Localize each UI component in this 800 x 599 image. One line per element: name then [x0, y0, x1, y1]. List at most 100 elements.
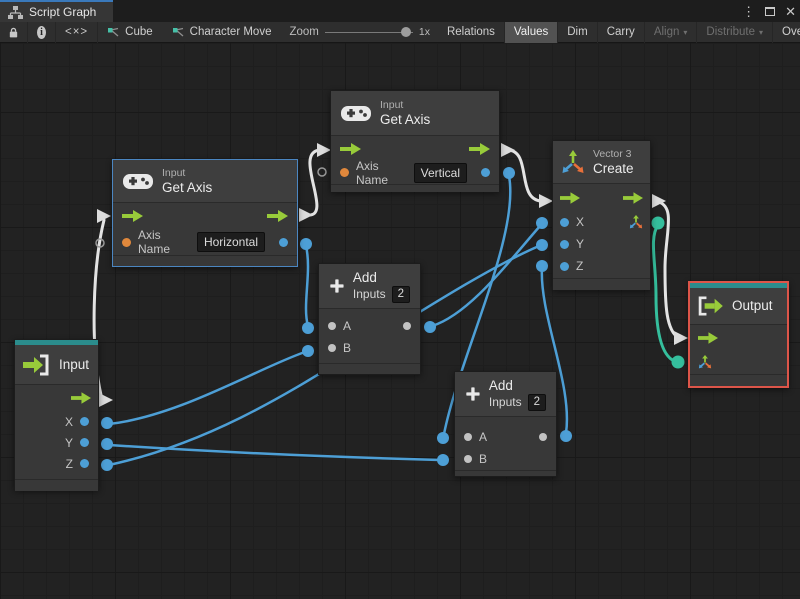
flow-in-arrow-icon[interactable]	[340, 142, 361, 155]
chevron-down-icon: ▾	[758, 27, 763, 37]
zoom-label: Zoom	[289, 26, 319, 38]
node-get-axis-horizontal[interactable]: Input Get Axis Axis Name Horizontal	[112, 159, 298, 267]
node-input[interactable]: Input X Y Z	[14, 339, 99, 491]
breadcrumb-cube[interactable]: Cube	[98, 22, 163, 43]
tab-script-graph[interactable]: Script Graph	[0, 0, 113, 22]
view-button-distribute[interactable]: Distribute ▾	[697, 21, 773, 43]
value-out-port[interactable]	[279, 237, 288, 247]
row-label: B	[479, 452, 488, 466]
zoom-value: 1x	[418, 26, 430, 38]
vector3-out-port-icon[interactable]	[629, 215, 643, 229]
add-a-port[interactable]	[464, 433, 472, 441]
node-title: Create	[593, 160, 634, 176]
node-add-1[interactable]: Add Inputs 2 A B	[318, 263, 421, 375]
row-label: A	[343, 319, 352, 333]
value-port-ball[interactable]	[503, 167, 515, 179]
add-b-port[interactable]	[328, 344, 336, 352]
inputs-count-field[interactable]: 2	[527, 393, 546, 411]
value-port-ball[interactable]	[560, 430, 572, 442]
flow-port-getaxis-h-out[interactable]	[299, 208, 313, 222]
add-b-port[interactable]	[464, 455, 472, 463]
value-port-ball[interactable]	[536, 260, 548, 272]
z-in-port[interactable]	[560, 261, 569, 271]
value-out-port[interactable]	[481, 168, 490, 177]
value-port-ball[interactable]	[437, 454, 449, 466]
value-port-ball[interactable]	[302, 322, 314, 334]
view-button-dim[interactable]: Dim	[558, 21, 598, 43]
axis-name-port[interactable]	[340, 168, 349, 177]
view-button-relations[interactable]: Relations	[438, 21, 505, 43]
breadcrumb-character-move[interactable]: Character Move	[163, 22, 282, 43]
flow-port-output-in[interactable]	[674, 331, 688, 345]
breadcrumb-label: Character Move	[189, 26, 272, 38]
flow-out-arrow-icon[interactable]	[623, 191, 643, 204]
unconnected-port-ring[interactable]	[317, 167, 327, 177]
value-port-ball[interactable]	[101, 459, 113, 471]
flow-in-arrow-icon[interactable]	[698, 331, 718, 344]
axis-name-field[interactable]: Horizontal	[196, 232, 265, 252]
flow-port-getaxis-v-out[interactable]	[501, 143, 515, 157]
node-subtitle: Input	[380, 98, 404, 111]
z-out-port[interactable]	[80, 459, 89, 468]
node-footer	[15, 479, 98, 491]
add-out-port[interactable]	[403, 322, 411, 330]
param-label: Axis Name	[138, 228, 171, 256]
node-get-axis-vertical[interactable]: Input Get Axis Axis Name Vertical	[330, 90, 500, 192]
value-port-ball[interactable]	[101, 417, 113, 429]
view-button-values[interactable]: Values	[504, 21, 559, 43]
y-in-port[interactable]	[560, 239, 569, 249]
value-port-ball[interactable]	[101, 438, 113, 450]
y-out-port[interactable]	[80, 438, 89, 447]
flow-port-input-out[interactable]	[99, 393, 113, 407]
wire-flow-getaxis-h-to-getaxis-v	[306, 148, 322, 217]
lock-button[interactable]	[0, 21, 28, 43]
row-label: Y	[576, 237, 585, 251]
flow-out-arrow-icon[interactable]	[71, 392, 91, 404]
zoom-slider-handle[interactable]	[400, 27, 411, 37]
vector-port-ball[interactable]	[671, 355, 685, 369]
axis-name-field[interactable]: Vertical	[413, 162, 467, 183]
graph-canvas[interactable]: Input Get Axis Axis Name Vertical Input …	[0, 43, 800, 599]
value-port-ball[interactable]	[424, 321, 436, 333]
info-button[interactable]: i	[28, 21, 56, 43]
value-port-ball[interactable]	[536, 217, 548, 229]
menu-icon[interactable]: ⋮	[742, 5, 755, 18]
view-button-align[interactable]: Align ▾	[645, 21, 698, 43]
add-a-port[interactable]	[328, 322, 336, 330]
view-button-carry[interactable]: Carry	[598, 21, 645, 43]
add-out-port[interactable]	[539, 433, 547, 441]
close-icon[interactable]: ✕	[785, 5, 796, 18]
flow-port-vector3-in[interactable]	[539, 194, 553, 208]
flow-in-arrow-icon[interactable]	[122, 210, 143, 222]
view-button-overview[interactable]: Overview	[773, 22, 800, 43]
flow-out-arrow-icon[interactable]	[267, 210, 288, 222]
maximize-icon[interactable]	[765, 6, 776, 16]
code-view-button[interactable]: <×>	[56, 21, 99, 43]
axis-name-port[interactable]	[122, 237, 131, 247]
row-label: Z	[65, 456, 73, 471]
inputs-count-field[interactable]: 2	[391, 285, 410, 303]
x-out-port[interactable]	[80, 417, 89, 426]
vector3-in-port-icon[interactable]	[698, 355, 712, 369]
zoom-slider[interactable]	[324, 27, 413, 37]
flow-port-getaxis-v-in[interactable]	[317, 143, 331, 157]
node-vector3-create[interactable]: Vector 3 Create X Y Z	[552, 140, 651, 290]
value-port-ball[interactable]	[300, 238, 312, 250]
value-port-ball[interactable]	[302, 345, 314, 357]
inputs-label: Inputs	[352, 287, 386, 301]
flow-in-arrow-icon[interactable]	[560, 191, 580, 204]
row-label: B	[343, 341, 352, 355]
zoom-slider-track	[324, 31, 413, 33]
vector-port-ball[interactable]	[651, 216, 665, 230]
value-port-ball[interactable]	[536, 239, 548, 251]
x-in-port[interactable]	[560, 217, 569, 227]
flow-out-arrow-icon[interactable]	[469, 142, 490, 155]
output-unit-icon	[698, 296, 723, 316]
node-output[interactable]: Output	[688, 281, 789, 388]
node-footer	[553, 278, 650, 290]
node-subtitle: Input	[162, 166, 186, 179]
node-add-2[interactable]: Add Inputs 2 A B	[454, 371, 557, 477]
value-port-ball[interactable]	[437, 432, 449, 444]
breadcrumb-label: Cube	[125, 26, 153, 38]
node-title: Add	[488, 377, 513, 393]
